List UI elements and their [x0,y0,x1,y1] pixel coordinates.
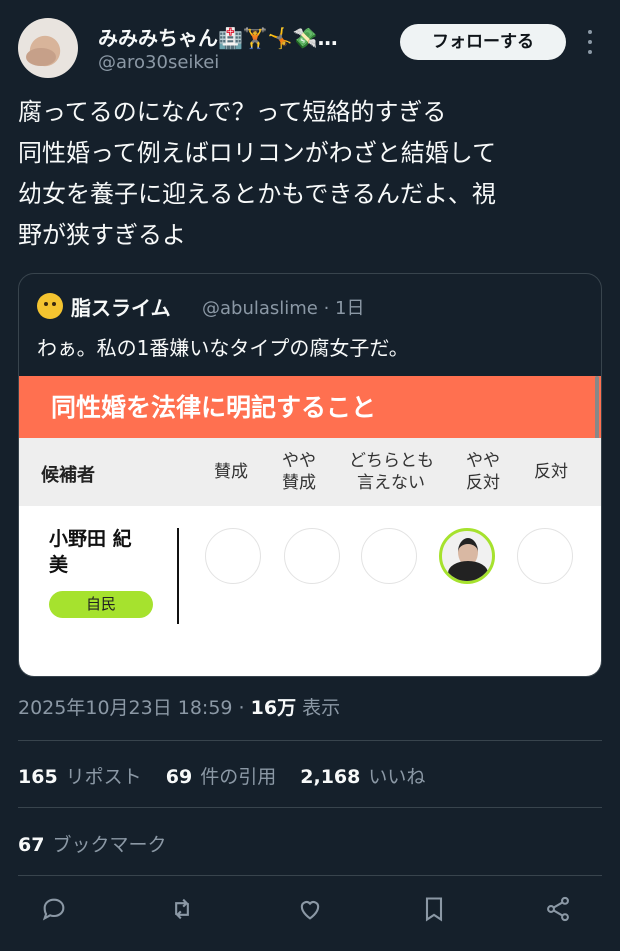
tweet-line: 同性婚って例えばロリコンがわざと結婚して [18,139,497,167]
candidate-column-header: 候補者 [41,465,95,486]
timestamp[interactable]: 2025年10月23日 18:59 [18,697,233,719]
quoted-tweet[interactable]: 脂スライム @abulaslime · 1日 わぁ。私の1番嫌いなタイプの腐女子… [18,273,602,677]
column-line: 言えない [357,473,425,493]
quotes-stat[interactable]: 69 件の引用 [166,762,276,789]
bookmark-icon[interactable] [420,895,452,927]
author-handle[interactable]: @aro30seikei [98,52,219,73]
tweet-line: 腐ってるのになんで？って短絡的すぎる [18,98,447,126]
engagement-stats: 165 リポスト 69 件の引用 2,168 いいね [18,762,443,789]
share-icon[interactable] [544,895,576,927]
more-options-icon[interactable] [584,30,596,54]
choice-circle [205,528,261,584]
choice-circle [284,528,340,584]
likes-stat[interactable]: 2,168 いいね [300,762,425,789]
divider [18,807,602,808]
tweet-line: 幼女を養子に迎えるとかもできるんだよ、視 [18,180,496,208]
candidate-name: 小野田 紀美 [49,528,132,576]
quoted-author-handle: @abulaslime · 1日 [202,298,365,319]
tweet-meta: 2025年10月23日 18:59 · 16万 表示 [18,697,341,719]
column-line: 賛成 [282,473,316,493]
author-name[interactable]: みみみちゃん🏥🏋️🤸💸… [98,22,338,51]
tweet-line: 野が狭すぎるよ [18,221,186,249]
reposts-stat[interactable]: 165 リポスト [18,762,142,789]
card-title: 同性婚を法律に明記すること [51,393,377,422]
tweet-text: 腐ってるのになんで？って短絡的すぎる 同性婚って例えばロリコンがわざと結婚して … [18,92,602,256]
card-banner: 同性婚を法律に明記すること [19,376,601,438]
divider [177,528,179,624]
action-bar [40,895,580,927]
tweet-header: みみみちゃん🏥🏋️🤸💸… @aro30seikei フォローする [18,18,602,80]
retweet-icon[interactable] [168,895,200,927]
survey-card-image[interactable]: 同性婚を法律に明記すること 候補者 賛成 やや 賛成 どちらとも 言えない やや反対… [19,376,601,676]
follow-button[interactable]: フォローする [400,24,566,60]
selected-choice-photo [439,528,495,584]
column-line: どちらとも [349,451,434,471]
author-avatar[interactable] [18,18,78,78]
card-header-row: 候補者 賛成 やや 賛成 どちらとも 言えない やや 反対 反対 [19,438,601,506]
bookmarks-stat[interactable]: 67 ブックマーク [18,830,166,857]
quoted-author-name: 脂スライム [71,296,171,320]
column-header: やや 賛成 [259,450,339,494]
quoted-author-avatar [37,293,63,319]
divider [18,740,602,741]
party-badge: 自民 [49,591,153,618]
divider [18,875,602,876]
choice-circle [361,528,417,584]
reply-icon[interactable] [40,895,72,927]
column-line: やや [282,451,316,471]
quoted-text: わぁ。私の1番嫌いなタイプの腐女子だ。 [37,336,409,360]
like-icon[interactable] [296,895,328,927]
column-header: 反対 [534,462,568,482]
views-label: 表示 [296,697,341,719]
views-count: 16万 [250,697,297,719]
column-header: どちらとも 言えない [349,450,434,494]
choice-circle [517,528,573,584]
